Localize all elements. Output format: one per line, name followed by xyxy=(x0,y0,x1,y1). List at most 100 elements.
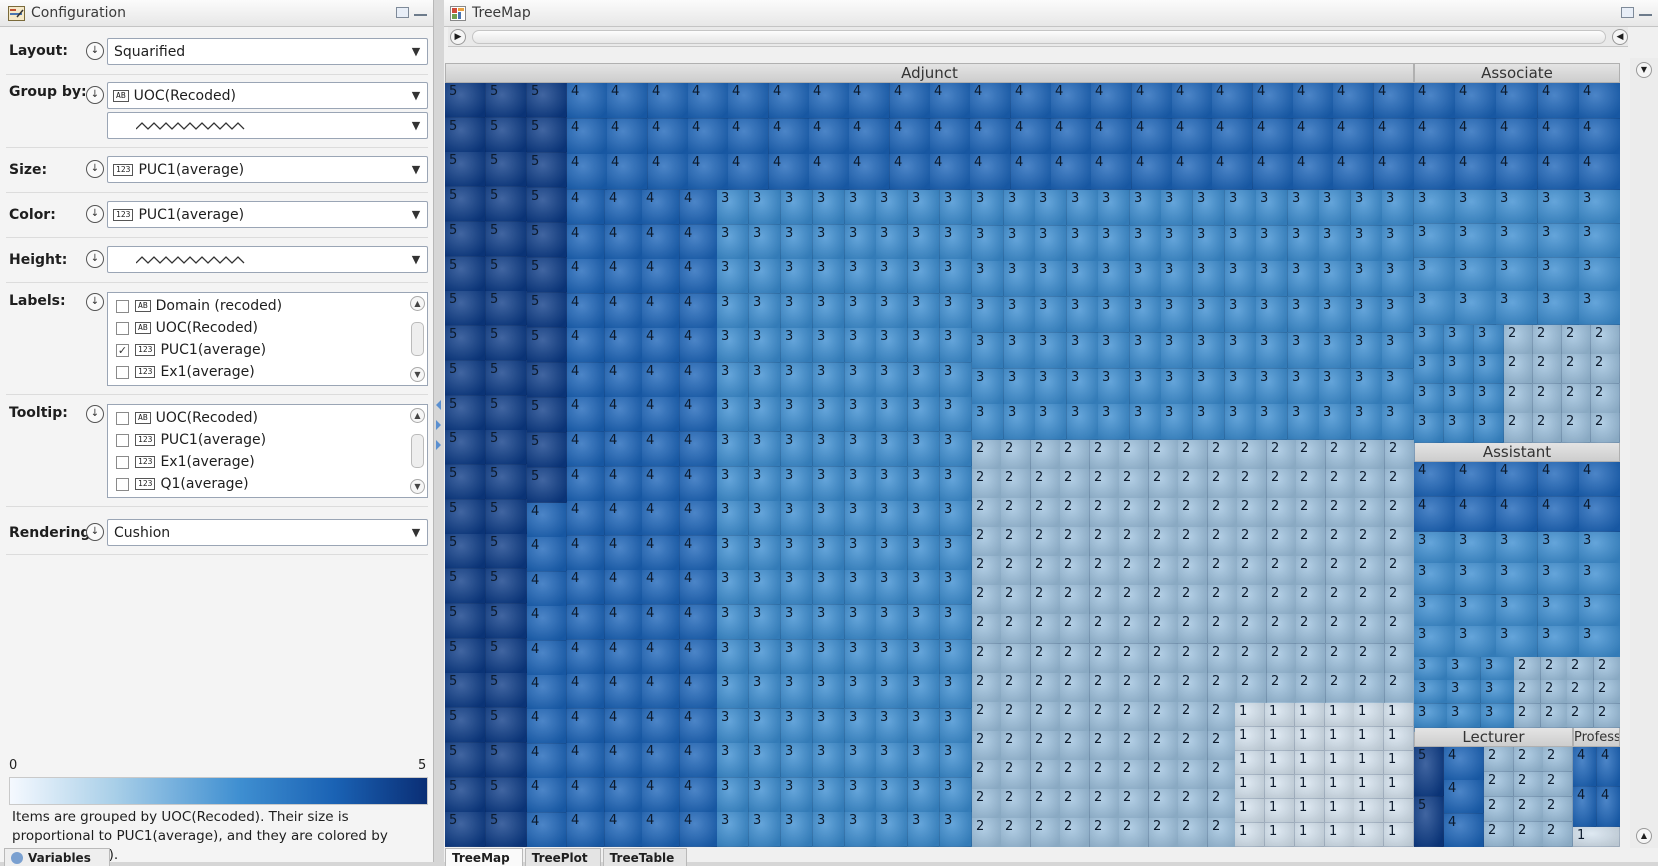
treemap-cell[interactable]: 5 xyxy=(445,430,486,465)
treemap-cell[interactable]: 2 xyxy=(1149,731,1179,761)
list-item[interactable]: ✓ 123 PUC1(average) xyxy=(108,339,427,361)
treemap-cell[interactable]: 3 xyxy=(1130,333,1162,369)
treemap-cell[interactable]: 3 xyxy=(717,536,749,571)
treemap-cell[interactable]: 3 xyxy=(908,467,940,502)
treemap-cell[interactable]: 2 xyxy=(1208,789,1238,819)
treemap-cell[interactable]: 3 xyxy=(1130,261,1162,297)
treemap-cell[interactable]: 2 xyxy=(1567,704,1594,728)
treemap-cell[interactable]: 3 xyxy=(1351,333,1383,369)
treemap-cell[interactable]: 3 xyxy=(1538,595,1580,627)
treemap-cell[interactable]: 2 xyxy=(1355,585,1385,615)
treemap-cell[interactable]: 4 xyxy=(607,154,648,190)
treemap-cell[interactable]: 4 xyxy=(642,294,680,329)
treemap-cell[interactable]: 3 xyxy=(1319,404,1351,440)
treemap-cell[interactable]: 3 xyxy=(908,363,940,398)
treemap-cell[interactable]: 2 xyxy=(1119,614,1149,644)
treemap-cell[interactable]: 5 xyxy=(445,778,486,813)
treemap-cell[interactable]: 5 xyxy=(486,639,527,674)
treemap-cell[interactable]: 3 xyxy=(1067,226,1099,262)
treemap-cell[interactable]: 5 xyxy=(486,430,527,465)
treemap-cell[interactable]: 3 xyxy=(908,536,940,571)
treemap-cell[interactable]: 4 xyxy=(642,570,680,605)
group-block-adjunct[interactable]: 5555555555555555555555555555555555555555… xyxy=(445,83,1415,847)
treemap-cell[interactable]: 3 xyxy=(749,812,781,847)
checkbox[interactable] xyxy=(116,321,129,335)
treemap-cell[interactable]: 2 xyxy=(972,702,1002,732)
treemap-cell[interactable]: 3 xyxy=(940,778,972,813)
treemap-cell[interactable]: 3 xyxy=(876,674,908,709)
treemap-cell[interactable]: 2 xyxy=(1326,585,1356,615)
treemap-cell[interactable]: 3 xyxy=(845,432,877,467)
treemap-cell[interactable]: 2 xyxy=(1484,747,1514,772)
treemap-cell[interactable]: 3 xyxy=(1382,369,1414,405)
treemap-cell[interactable]: 4 xyxy=(930,154,971,190)
treemap-cell[interactable]: 3 xyxy=(1288,297,1320,333)
treemap-cell[interactable]: 4 xyxy=(642,709,680,744)
treemap-cell[interactable]: 5 xyxy=(445,604,486,639)
color-select[interactable]: 123 PUC1(average) ▼ xyxy=(107,201,428,228)
treemap-cell[interactable]: 4 xyxy=(605,397,643,432)
treemap-cell[interactable]: 4 xyxy=(567,432,605,467)
treemap-cell[interactable]: 5 xyxy=(527,83,567,118)
treemap-cell[interactable]: 3 xyxy=(908,397,940,432)
treemap-cell[interactable]: 2 xyxy=(1514,797,1544,822)
treemap-cell[interactable]: 4 xyxy=(605,812,643,847)
treemap-cell[interactable]: 1 xyxy=(1325,775,1355,799)
treemap-cell[interactable]: 3 xyxy=(717,709,749,744)
treemap-cell[interactable]: 1 xyxy=(1265,775,1295,799)
treemap-cell[interactable]: 4 xyxy=(642,397,680,432)
treemap-cell[interactable]: 3 xyxy=(876,328,908,363)
treemap-cell[interactable]: 1 xyxy=(1295,799,1325,823)
treemap-cell[interactable]: 4 xyxy=(1172,154,1213,190)
treemap-cell[interactable]: 3 xyxy=(972,297,1004,333)
treemap-cell[interactable]: 3 xyxy=(845,743,877,778)
treemap-cell[interactable]: 3 xyxy=(1098,261,1130,297)
treemap-cell[interactable]: 1 xyxy=(1384,799,1414,823)
treemap-cell[interactable]: 3 xyxy=(1256,261,1288,297)
treemap-cell[interactable]: 1 xyxy=(1325,823,1355,847)
treemap-cell[interactable]: 2 xyxy=(1031,673,1061,703)
treemap-cell[interactable]: 1 xyxy=(1354,751,1384,775)
treemap-cell[interactable]: 3 xyxy=(1004,297,1036,333)
treemap-cell[interactable]: 4 xyxy=(527,709,567,744)
treemap-cell[interactable]: 2 xyxy=(1031,556,1061,586)
treemap-cell[interactable]: 2 xyxy=(1178,585,1208,615)
treemap-cell[interactable]: 3 xyxy=(1225,261,1257,297)
treemap-cell[interactable]: 3 xyxy=(845,778,877,813)
treemap-cell[interactable]: 5 xyxy=(445,152,486,187)
treemap-cell[interactable]: 2 xyxy=(1237,673,1267,703)
treemap-cell[interactable]: 2 xyxy=(1149,818,1179,847)
treemap-cell[interactable]: 3 xyxy=(1225,404,1257,440)
treemap-cell[interactable]: 3 xyxy=(1351,261,1383,297)
treemap-cell[interactable]: 4 xyxy=(1051,119,1092,155)
treemap-cell[interactable]: 3 xyxy=(1193,404,1225,440)
treemap-cell[interactable]: 2 xyxy=(1149,440,1179,470)
treemap-cell[interactable]: 3 xyxy=(940,432,972,467)
treemap-cell[interactable]: 3 xyxy=(813,640,845,675)
treemap-cell[interactable]: 2 xyxy=(1119,644,1149,674)
scroll-thumb[interactable] xyxy=(411,434,424,468)
scroll-down-icon[interactable]: ▼ xyxy=(1636,62,1652,78)
vertical-scrollbar[interactable]: ▼ ▲ xyxy=(1630,58,1658,848)
treemap-cell[interactable]: 4 xyxy=(680,363,718,398)
treemap-cell[interactable]: 2 xyxy=(1119,498,1149,528)
treemap-cell[interactable]: 2 xyxy=(972,731,1002,761)
treemap-cell[interactable]: 3 xyxy=(1538,291,1580,325)
treemap-cell[interactable]: 3 xyxy=(1538,532,1580,564)
treemap-cell[interactable]: 4 xyxy=(1579,154,1620,190)
treemap-cell[interactable]: 3 xyxy=(1193,190,1225,226)
treemap-cell[interactable]: 3 xyxy=(1496,626,1538,658)
treemap-cell[interactable]: 4 xyxy=(1455,154,1497,190)
treemap-cell[interactable]: 2 xyxy=(972,673,1002,703)
treemap-cell[interactable]: 4 xyxy=(642,190,680,225)
treemap-cell[interactable]: 3 xyxy=(876,467,908,502)
treemap-cell[interactable]: 4 xyxy=(605,363,643,398)
treemap-cell[interactable]: 2 xyxy=(1504,354,1533,384)
treemap-cell[interactable]: 3 xyxy=(940,467,972,502)
treemap-cell[interactable]: 5 xyxy=(486,465,527,500)
treemap-cell[interactable]: 3 xyxy=(1538,224,1580,258)
treemap-cell[interactable]: 3 xyxy=(749,294,781,329)
treemap-cell[interactable]: 3 xyxy=(908,570,940,605)
treemap-cell[interactable]: 2 xyxy=(1149,673,1179,703)
treemap-cell[interactable]: 2 xyxy=(1208,440,1238,470)
